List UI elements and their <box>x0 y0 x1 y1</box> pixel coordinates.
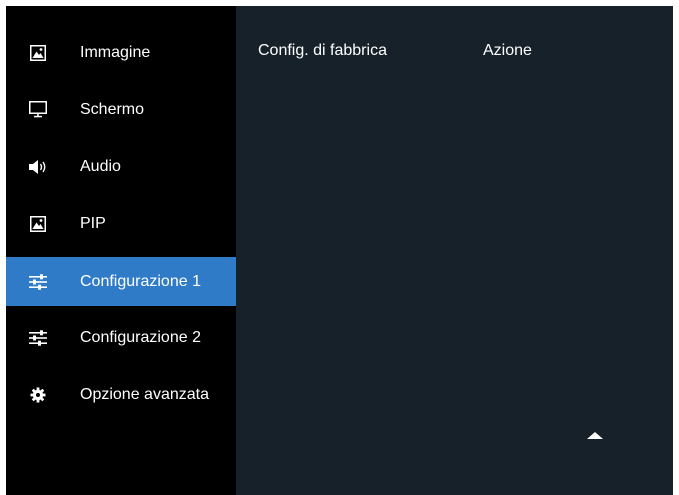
sidebar-item-audio[interactable]: Audio <box>6 142 236 191</box>
sidebar-item-pip[interactable]: PIP <box>6 199 236 248</box>
sidebar-item-opzione-avanzata[interactable]: Opzione avanzata <box>6 370 236 419</box>
sidebar-item-configurazione-2[interactable]: Configurazione 2 <box>6 313 236 362</box>
sliders-icon <box>28 328 48 348</box>
sidebar-item-label: Immagine <box>80 43 151 61</box>
picture-icon <box>28 43 48 63</box>
sidebar-item-label: Audio <box>80 157 121 175</box>
sidebar-item-immagine[interactable]: Immagine <box>6 28 236 77</box>
osd-screen: Immagine Schermo Audio PIP Configurazion… <box>6 6 673 495</box>
sidebar-item-label: Configurazione 2 <box>80 328 201 346</box>
gear-icon <box>28 385 48 405</box>
sidebar-menu: Immagine Schermo Audio PIP Configurazion… <box>6 6 236 495</box>
sidebar-item-label: Configurazione 1 <box>80 272 201 290</box>
sidebar-item-configurazione-1[interactable]: Configurazione 1 <box>6 257 236 306</box>
action-column-header: Azione <box>483 42 532 59</box>
sidebar-item-label: Opzione avanzata <box>80 385 209 403</box>
speaker-icon <box>28 157 48 177</box>
sidebar-item-schermo[interactable]: Schermo <box>6 85 236 134</box>
sidebar-item-label: Schermo <box>80 100 145 118</box>
triangle-up-icon[interactable] <box>587 432 603 439</box>
factory-settings-item[interactable]: Config. di fabbrica <box>258 42 387 60</box>
sliders-icon <box>28 272 48 292</box>
picture-icon <box>28 214 48 234</box>
monitor-icon <box>28 100 48 120</box>
settings-panel: Config. di fabbrica Azione <box>236 6 673 495</box>
sidebar-item-label: PIP <box>80 214 106 232</box>
